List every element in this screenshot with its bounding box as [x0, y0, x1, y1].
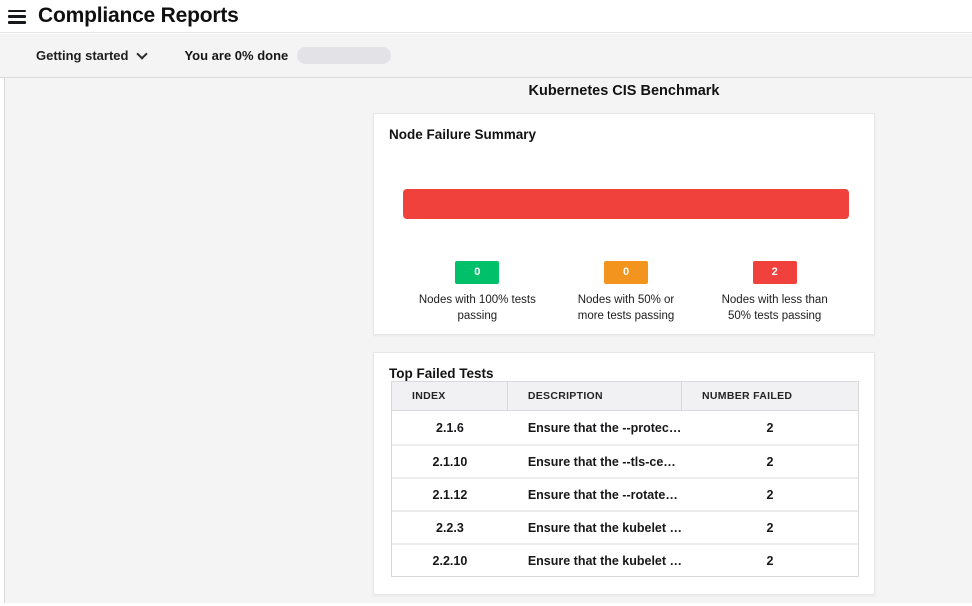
node-failure-summary-card: Node Failure Summary 0 Nodes with 100% t… [373, 113, 875, 335]
node-stat: 0 Nodes with 100% testspassing [403, 261, 552, 324]
column-header-number-failed: NUMBER FAILED [682, 382, 858, 411]
top-failed-tests-card: Top Failed Tests INDEX DESCRIPTION NUMBE… [373, 352, 875, 595]
getting-started-banner: Getting started You are 0% done [0, 34, 972, 78]
cell-description: Ensure that the kubelet … [508, 510, 682, 543]
hamburger-icon[interactable] [8, 10, 26, 24]
cell-description: Ensure that the kubelet … [508, 543, 682, 576]
cell-number-failed: 2 [682, 510, 858, 543]
chevron-down-icon [137, 48, 148, 59]
table-body: 2.1.6 Ensure that the --protec… 2 2.1.10… [392, 411, 858, 576]
table-header-row: INDEX DESCRIPTION NUMBER FAILED [392, 382, 858, 411]
top-failed-tests-table: INDEX DESCRIPTION NUMBER FAILED 2.1.6 En… [391, 381, 859, 577]
cell-number-failed: 2 [682, 411, 858, 444]
cell-index: 2.1.10 [392, 444, 508, 477]
column-header-index: INDEX [392, 382, 508, 411]
node-stat-label: Nodes with less than50% tests passing [722, 292, 828, 324]
cell-index: 2.2.10 [392, 543, 508, 576]
report-outlet: Kubernetes CIS Benchmark Node Failure Su… [4, 78, 972, 603]
column-header-description: DESCRIPTION [508, 382, 682, 411]
node-stat: 0 Nodes with 50% ormore tests passing [552, 261, 701, 324]
table-row[interactable]: 2.1.10 Ensure that the --tls-ce… 2 [392, 444, 858, 477]
main-area: Kubernetes CIS Benchmark Node Failure Su… [0, 78, 972, 606]
table-row[interactable]: 2.2.10 Ensure that the kubelet … 2 [392, 543, 858, 576]
node-failure-summary-title: Node Failure Summary [389, 127, 536, 142]
node-stat: 2 Nodes with less than50% tests passing [700, 261, 849, 324]
cell-description: Ensure that the --protec… [508, 411, 682, 444]
node-stat-badge: 0 [604, 261, 648, 284]
node-failure-bar [403, 189, 849, 219]
cell-number-failed: 2 [682, 444, 858, 477]
benchmark-title: Kubernetes CIS Benchmark [373, 83, 875, 99]
cell-description: Ensure that the --rotate… [508, 477, 682, 510]
table-row[interactable]: 2.1.12 Ensure that the --rotate… 2 [392, 477, 858, 510]
table-row[interactable]: 2.1.6 Ensure that the --protec… 2 [392, 411, 858, 444]
node-stat-badge: 2 [753, 261, 797, 284]
cell-index: 2.2.3 [392, 510, 508, 543]
node-stat-label: Nodes with 50% ormore tests passing [578, 292, 675, 324]
node-stat-label: Nodes with 100% testspassing [419, 292, 536, 324]
progress-bar [297, 47, 391, 64]
getting-started-toggle[interactable]: Getting started [36, 48, 146, 63]
app-header: Compliance Reports [0, 0, 972, 33]
cell-number-failed: 2 [682, 543, 858, 576]
getting-started-label: Getting started [36, 48, 128, 63]
cell-index: 2.1.12 [392, 477, 508, 510]
top-failed-tests-title: Top Failed Tests [389, 366, 494, 381]
cell-index: 2.1.6 [392, 411, 508, 444]
progress-text: You are 0% done [184, 48, 288, 63]
node-failure-stats: 0 Nodes with 100% testspassing 0 Nodes w… [403, 261, 849, 324]
node-stat-badge: 0 [455, 261, 499, 284]
table-row[interactable]: 2.2.3 Ensure that the kubelet … 2 [392, 510, 858, 543]
cell-description: Ensure that the --tls-ce… [508, 444, 682, 477]
cell-number-failed: 2 [682, 477, 858, 510]
page-title: Compliance Reports [38, 4, 239, 28]
